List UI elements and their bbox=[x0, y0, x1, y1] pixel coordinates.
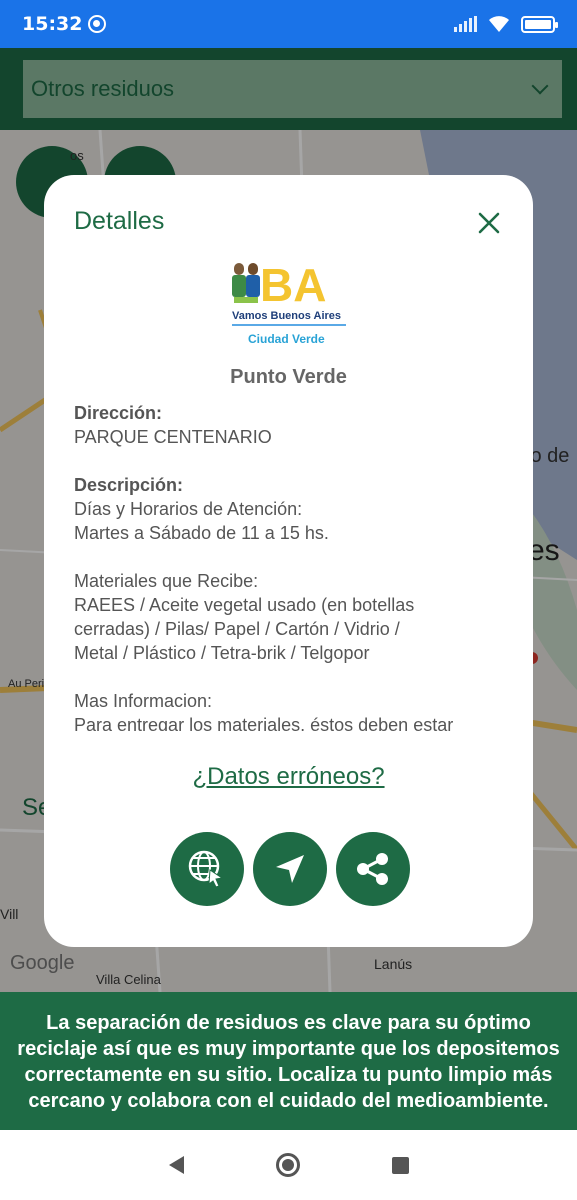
navigate-button[interactable] bbox=[253, 832, 327, 906]
address-value: PARQUE CENTENARIO bbox=[74, 427, 272, 447]
logo-brand: BA bbox=[260, 259, 326, 311]
logo-line2: Ciudad Verde bbox=[248, 332, 325, 346]
home-icon[interactable] bbox=[275, 1153, 300, 1177]
more-info-heading: Mas Informacion: bbox=[74, 691, 213, 711]
signal-icon bbox=[454, 16, 477, 32]
ciudad-verde-logo: BA Vamos Buenos Aires Ciudad Verde bbox=[232, 259, 346, 346]
share-icon bbox=[357, 853, 388, 885]
description-line: Martes a Sábado de 11 a 15 hs. bbox=[74, 523, 329, 543]
battery-icon bbox=[521, 15, 558, 33]
address-heading: Dirección: bbox=[74, 403, 163, 423]
details-scroll-area[interactable]: Dirección: PARQUE CENTENARIO Descripción… bbox=[74, 401, 514, 731]
open-website-button[interactable] bbox=[170, 832, 244, 906]
dialog-title: Detalles bbox=[74, 207, 165, 235]
status-time: 15:32 bbox=[22, 13, 83, 35]
vpn-icon bbox=[88, 15, 107, 33]
materials-line: cerradas) / Pilas/ Papel / Cartón / Vidr… bbox=[74, 619, 400, 639]
info-banner: La separación de residuos es clave para … bbox=[0, 992, 577, 1130]
place-name: Punto Verde bbox=[230, 366, 347, 388]
web-icon bbox=[188, 850, 224, 888]
close-icon[interactable] bbox=[477, 211, 501, 235]
materials-line: Metal / Plástico / Tetra-brik / Telgopor bbox=[74, 643, 370, 663]
recent-apps-icon[interactable] bbox=[391, 1156, 409, 1174]
app-screen: 15:32 Otros residuos os io de es Au Peri… bbox=[0, 0, 577, 1200]
action-buttons bbox=[170, 832, 410, 906]
description-line: Días y Horarios de Atención: bbox=[74, 499, 303, 519]
details-dialog: Detalles BA Vamos Buenos Aires Ciudad Ve… bbox=[44, 175, 533, 947]
description-heading: Descripción: bbox=[74, 475, 184, 495]
share-button[interactable] bbox=[336, 832, 410, 906]
system-nav-bar bbox=[0, 1130, 577, 1200]
navigation-icon bbox=[276, 855, 304, 883]
back-icon[interactable] bbox=[168, 1156, 184, 1174]
wifi-icon bbox=[489, 16, 509, 32]
more-info-line: Para entregar los materiales, éstos debe… bbox=[74, 715, 454, 731]
materials-line: RAEES / Aceite vegetal usado (en botella… bbox=[74, 595, 415, 615]
materials-heading: Materiales que Recibe: bbox=[74, 571, 259, 591]
status-icons bbox=[454, 15, 558, 33]
status-bar: 15:32 bbox=[0, 0, 577, 48]
report-wrong-data-link[interactable]: ¿Datos erróneos? bbox=[44, 763, 533, 791]
logo-line1: Vamos Buenos Aires bbox=[232, 310, 341, 322]
